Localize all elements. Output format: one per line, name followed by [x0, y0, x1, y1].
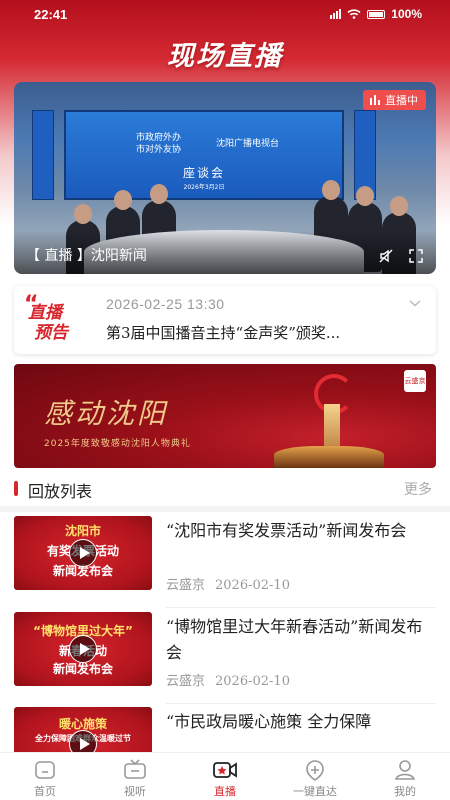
live-tag-label: 直播中 [385, 94, 418, 107]
status-icons: 100% [330, 7, 422, 21]
tv-icon [123, 759, 147, 781]
replay-item[interactable]: 沈阳市 有奖发票活动 新闻发布会 “沈阳市有奖发票活动”新闻发布会 云盛京 202… [14, 516, 436, 608]
section-divider [0, 506, 450, 512]
direct-icon [303, 759, 327, 781]
replay-section-header: 回放列表 更多 [14, 476, 436, 502]
screen-org: 沈阳广播电视台 [216, 139, 280, 149]
replay-item-date: 2026-02-10 [215, 578, 290, 593]
replay-item-source: 云盛京 [166, 578, 206, 593]
replay-item-title: “沈阳市有奖发票活动”新闻发布会 [166, 521, 407, 540]
play-icon[interactable] [69, 539, 97, 567]
replay-item[interactable]: “博物馆里过大年” 新春活动 新闻发布会 “博物馆里过大年新春活动”新闻发布会 … [14, 612, 436, 704]
nav-item-direct[interactable]: 一键直达 [270, 753, 360, 800]
item-divider [166, 607, 436, 608]
replay-item-meta: 云盛京 2026-02-10 [166, 670, 290, 689]
monument-base-graphic [274, 446, 384, 468]
profile-icon [393, 759, 417, 781]
nav-item-home[interactable]: 首页 [0, 753, 90, 800]
nav-label: 直播 [214, 785, 236, 798]
section-accent-bar [14, 481, 18, 496]
status-bar: 22:41 100% [0, 0, 450, 30]
nav-label: 首页 [34, 785, 56, 798]
nav-label: 视听 [124, 785, 146, 798]
status-time: 22:41 [34, 7, 68, 22]
replay-item-date: 2026-02-10 [215, 674, 290, 689]
promo-title: 感动沈阳 [44, 397, 169, 430]
home-icon [33, 759, 57, 781]
nav-label: 一键直达 [293, 785, 337, 798]
preview-title: 第3届中国播音主持“金声奖”颁奖... [106, 324, 341, 342]
screen-date: 2026年3月2日 [183, 184, 225, 191]
replay-item[interactable]: 暖心施策 全力保障困难群众温暖过节 “市民政局暖心施策 全力保障 [14, 707, 436, 752]
live-caption: 【 直播 】沈阳新闻 [26, 248, 147, 264]
nav-label: 我的 [394, 785, 416, 798]
play-icon[interactable] [69, 730, 97, 752]
bottom-nav: 首页 视听 直播 一键直达 我的 [0, 752, 450, 800]
replay-item-meta: 云盛京 2026-02-10 [166, 574, 290, 593]
promo-badge: 云盛京 [404, 370, 426, 392]
replay-thumbnail: 沈阳市 有奖发票活动 新闻发布会 [14, 516, 152, 590]
battery-icon [367, 9, 386, 19]
fullscreen-icon[interactable] [408, 248, 424, 264]
screen-text-line2: 市对外友协 [136, 145, 182, 155]
nav-item-live[interactable]: 直播 [180, 753, 270, 800]
promo-banner[interactable]: 感动沈阳 2025年度致敬感动沈阳人物典礼 云盛京 [14, 364, 436, 468]
preview-datetime: 2026-02-25 13:30 [106, 296, 225, 312]
page-title: 现场直播 [167, 41, 283, 72]
item-divider [166, 703, 436, 704]
live-status-badge: 直播中 [363, 90, 426, 110]
signal-icon [330, 9, 342, 19]
live-preview-logo: “ 直播 预告 [24, 292, 86, 343]
live-player[interactable]: 市政府外办 市对外友协 沈阳广播电视台 座谈会 2026年3月2日 直播中 【 … [14, 82, 436, 274]
wifi-icon [347, 9, 361, 19]
replay-item-source: 云盛京 [166, 674, 206, 689]
backdrop-screen: 市政府外办 市对外友协 沈阳广播电视台 座谈会 2026年3月2日 [64, 110, 344, 200]
replay-thumbnail: “博物馆里过大年” 新春活动 新闻发布会 [14, 612, 152, 686]
screen-title: 座谈会 [182, 166, 225, 180]
replay-title: 回放列表 [28, 482, 93, 501]
live-bars-icon [370, 95, 380, 105]
chevron-down-icon[interactable] [408, 296, 422, 310]
replay-item-title: “博物馆里过大年新春活动”新闻发布会 [166, 617, 423, 662]
more-link[interactable]: 更多 [404, 479, 432, 499]
live-preview-card[interactable]: “ 直播 预告 2026-02-25 13:30 第3届中国播音主持“金声奖”颁… [14, 286, 436, 354]
nav-item-video[interactable]: 视听 [90, 753, 180, 800]
replay-thumbnail: 暖心施策 全力保障困难群众温暖过节 [14, 707, 152, 752]
player-controls [378, 248, 424, 264]
live-camera-icon [213, 759, 237, 781]
nav-item-profile[interactable]: 我的 [360, 753, 450, 800]
promo-subtitle: 2025年度致敬感动沈阳人物典礼 [44, 439, 191, 449]
replay-item-title: “市民政局暖心施策 全力保障 [166, 712, 372, 731]
side-banner-left [32, 110, 54, 200]
logo-line2: 预告 [34, 323, 68, 343]
play-icon[interactable] [69, 635, 97, 663]
battery-level: 100% [391, 7, 422, 21]
thumb-text: 沈阳市 [64, 524, 101, 538]
mute-icon[interactable] [378, 248, 394, 264]
